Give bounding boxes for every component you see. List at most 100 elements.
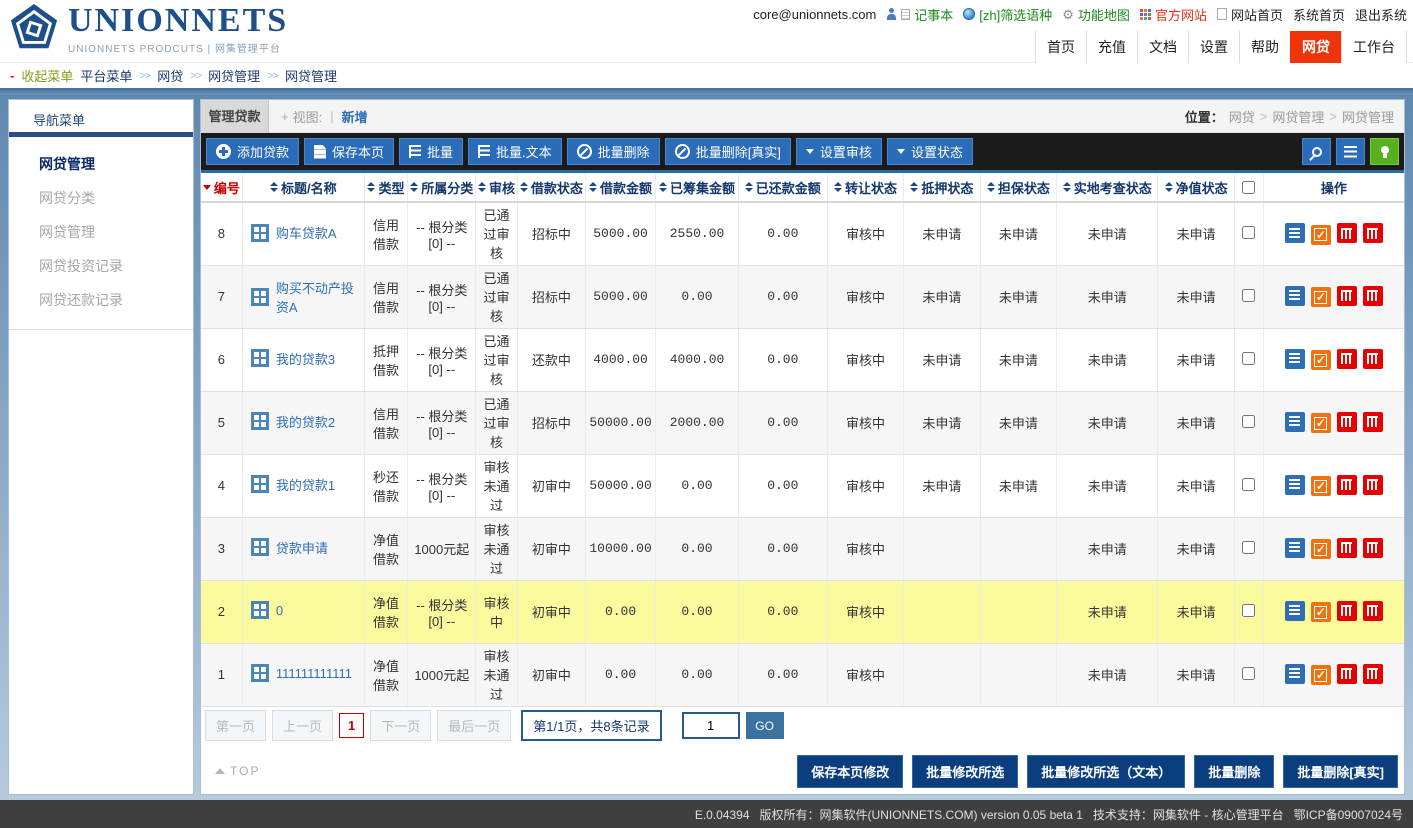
tab-docs[interactable]: 文档 bbox=[1137, 31, 1188, 63]
row-delete-real-button[interactable] bbox=[1363, 349, 1383, 369]
row-checkbox[interactable] bbox=[1242, 604, 1255, 617]
row-delete-button[interactable] bbox=[1337, 538, 1357, 558]
row-detail-button[interactable] bbox=[1285, 475, 1305, 495]
batch-edit-selected-button[interactable]: 批量修改所选 bbox=[912, 755, 1018, 788]
col-category[interactable]: 所属分类 bbox=[408, 173, 476, 202]
row-delete-real-button[interactable] bbox=[1363, 412, 1383, 432]
go-button[interactable]: GO bbox=[746, 712, 784, 739]
prev-page-button[interactable]: 上一页 bbox=[272, 710, 333, 741]
loan-title-link[interactable]: 我的贷款3 bbox=[251, 349, 335, 368]
collapse-menu-link[interactable]: 收起菜单 bbox=[21, 66, 73, 85]
sidebar-item-loan-mgmt[interactable]: 网贷管理 bbox=[9, 147, 193, 181]
row-delete-real-button[interactable] bbox=[1363, 475, 1383, 495]
site-home-link[interactable]: 网站首页 bbox=[1217, 5, 1283, 24]
loan-title-link[interactable]: 贷款申请 bbox=[251, 538, 328, 557]
row-delete-real-button[interactable] bbox=[1363, 601, 1383, 621]
loan-title-link[interactable]: 我的贷款1 bbox=[251, 475, 335, 494]
save-page-edits-button[interactable]: 保存本页修改 bbox=[797, 755, 903, 788]
col-amount[interactable]: 借款金额 bbox=[585, 173, 655, 202]
row-checkbox[interactable] bbox=[1242, 289, 1255, 302]
batch-delete-real-bottom-button[interactable]: 批量删除[真实] bbox=[1283, 755, 1398, 788]
col-raised[interactable]: 已筹集金额 bbox=[656, 173, 739, 202]
back-to-top-link[interactable]: TOP bbox=[215, 764, 260, 778]
col-transfer[interactable]: 转让状态 bbox=[827, 173, 903, 202]
set-audit-dropdown[interactable]: 设置审核 bbox=[796, 138, 882, 165]
row-delete-button[interactable] bbox=[1337, 223, 1357, 243]
row-delete-button[interactable] bbox=[1337, 412, 1357, 432]
row-checkbox[interactable] bbox=[1242, 541, 1255, 554]
row-delete-real-button[interactable] bbox=[1363, 538, 1383, 558]
col-mortgage[interactable]: 抵押状态 bbox=[904, 173, 980, 202]
row-delete-real-button[interactable] bbox=[1363, 223, 1383, 243]
row-detail-button[interactable] bbox=[1285, 223, 1305, 243]
tab-manage-loans[interactable]: 管理贷款 bbox=[201, 100, 269, 133]
tab-p2p-loans[interactable]: 网贷 bbox=[1290, 31, 1341, 63]
row-checkbox[interactable] bbox=[1242, 352, 1255, 365]
system-home-link[interactable]: 系统首页 bbox=[1293, 5, 1345, 24]
breadcrumb-loan-mgmt-2[interactable]: 网贷管理 bbox=[285, 66, 337, 85]
col-select[interactable] bbox=[1234, 173, 1263, 202]
row-detail-button[interactable] bbox=[1285, 538, 1305, 558]
col-audit[interactable]: 审核 bbox=[476, 173, 517, 202]
row-detail-button[interactable] bbox=[1285, 412, 1305, 432]
col-type[interactable]: 类型 bbox=[364, 173, 407, 202]
breadcrumb-loans[interactable]: 网贷 bbox=[157, 66, 183, 85]
batch-edit-selected-text-button[interactable]: 批量修改所选（文本） bbox=[1027, 755, 1185, 788]
col-repaid[interactable]: 已还款金额 bbox=[738, 173, 827, 202]
row-detail-button[interactable] bbox=[1285, 286, 1305, 306]
location-loan-mgmt-2[interactable]: 网贷管理 bbox=[1342, 107, 1394, 126]
batch-delete-real-button[interactable]: 批量删除[真实] bbox=[665, 138, 791, 165]
next-page-button[interactable]: 下一页 bbox=[370, 710, 431, 741]
sidebar-item-loan-mgmt-2[interactable]: 网贷管理 bbox=[9, 215, 193, 249]
tab-home[interactable]: 首页 bbox=[1035, 31, 1086, 63]
view-new-link[interactable]: 新增 bbox=[342, 107, 368, 126]
tab-settings[interactable]: 设置 bbox=[1188, 31, 1239, 63]
row-delete-button[interactable] bbox=[1337, 349, 1357, 369]
row-audit-button[interactable] bbox=[1311, 476, 1331, 496]
unionnets-logo[interactable]: UNIONNETS UNIONNETS PRODCUTS | 网集管理平台 bbox=[8, 3, 288, 55]
notepad-link[interactable]: 记事本 bbox=[886, 5, 953, 24]
tips-button[interactable] bbox=[1370, 138, 1399, 165]
loan-title-link[interactable]: 购买不动产投资A bbox=[251, 278, 362, 316]
breadcrumb-platform-menu[interactable]: 平台菜单 bbox=[80, 66, 132, 85]
col-inspection[interactable]: 实地考查状态 bbox=[1057, 173, 1158, 202]
row-audit-button[interactable] bbox=[1311, 539, 1331, 559]
sidebar-item-invest-records[interactable]: 网贷投资记录 bbox=[9, 249, 193, 283]
col-loan_status[interactable]: 借款状态 bbox=[517, 173, 585, 202]
row-delete-real-button[interactable] bbox=[1363, 286, 1383, 306]
set-status-dropdown[interactable]: 设置状态 bbox=[887, 138, 973, 165]
tab-recharge[interactable]: 充值 bbox=[1086, 31, 1137, 63]
first-page-button[interactable]: 第一页 bbox=[205, 710, 266, 741]
row-delete-real-button[interactable] bbox=[1363, 664, 1383, 684]
batch-delete-bottom-button[interactable]: 批量删除 bbox=[1194, 755, 1274, 788]
row-detail-button[interactable] bbox=[1285, 349, 1305, 369]
row-audit-button[interactable] bbox=[1311, 225, 1331, 245]
row-detail-button[interactable] bbox=[1285, 601, 1305, 621]
row-delete-button[interactable] bbox=[1337, 601, 1357, 621]
loan-title-link[interactable]: 111111111111 bbox=[251, 664, 352, 682]
row-checkbox[interactable] bbox=[1242, 478, 1255, 491]
col-id[interactable]: 编号 bbox=[201, 173, 242, 202]
col-networth[interactable]: 净值状态 bbox=[1158, 173, 1234, 202]
row-audit-button[interactable] bbox=[1311, 413, 1331, 433]
row-audit-button[interactable] bbox=[1311, 602, 1331, 622]
row-audit-button[interactable] bbox=[1311, 665, 1331, 685]
official-site-link[interactable]: 官方网站 bbox=[1140, 5, 1207, 24]
save-page-button[interactable]: 保存本页 bbox=[304, 138, 394, 165]
col-title[interactable]: 标题/名称 bbox=[242, 173, 364, 202]
batch-text-button[interactable]: 批量.文本 bbox=[468, 138, 562, 165]
col-guarantee[interactable]: 担保状态 bbox=[980, 173, 1056, 202]
row-checkbox[interactable] bbox=[1242, 415, 1255, 428]
row-delete-button[interactable] bbox=[1337, 475, 1357, 495]
tab-workbench[interactable]: 工作台 bbox=[1341, 31, 1407, 63]
loan-title-link[interactable]: 我的贷款2 bbox=[251, 412, 335, 431]
sidebar-item-repay-records[interactable]: 网贷还款记录 bbox=[9, 283, 193, 317]
row-audit-button[interactable] bbox=[1311, 350, 1331, 370]
language-filter-link[interactable]: [zh]筛选语种 bbox=[963, 5, 1052, 24]
batch-delete-button[interactable]: 批量删除 bbox=[567, 138, 660, 165]
row-checkbox[interactable] bbox=[1242, 226, 1255, 239]
last-page-button[interactable]: 最后一页 bbox=[437, 710, 511, 741]
loan-title-link[interactable]: 0 bbox=[251, 601, 283, 619]
location-loan-mgmt[interactable]: 网贷管理 bbox=[1272, 107, 1324, 126]
add-loan-button[interactable]: 添加贷款 bbox=[206, 138, 299, 165]
